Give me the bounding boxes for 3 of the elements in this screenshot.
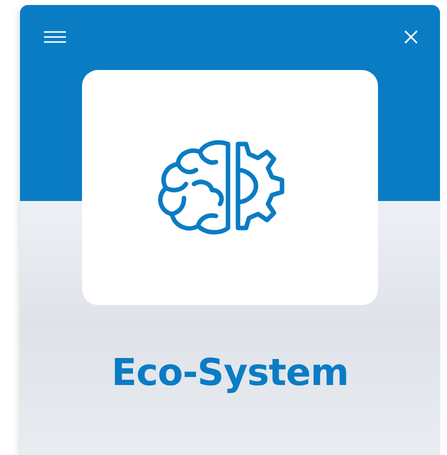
close-icon[interactable] bbox=[404, 30, 418, 44]
menu-icon[interactable] bbox=[44, 31, 66, 43]
page-title: Eco-System bbox=[111, 351, 349, 394]
